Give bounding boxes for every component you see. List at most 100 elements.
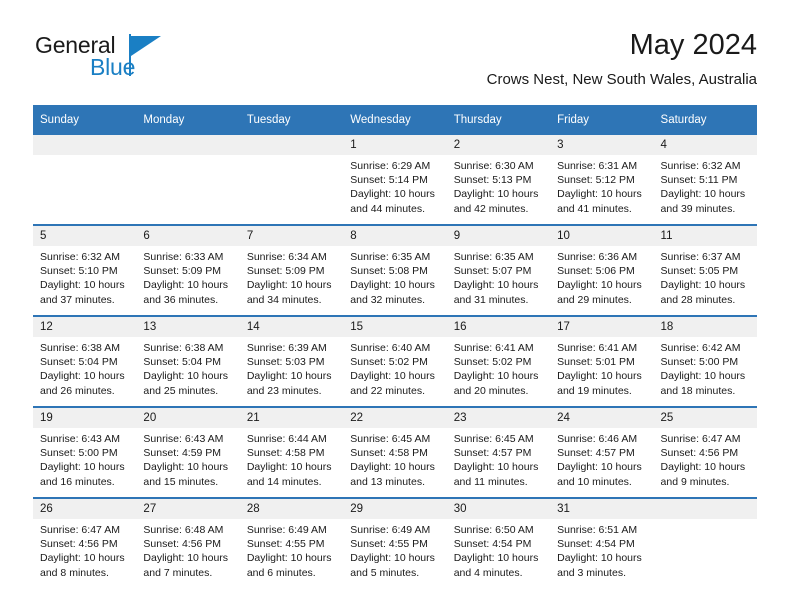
day-number: 8 [343, 226, 447, 246]
sunset-text: Sunset: 5:00 PM [40, 447, 118, 460]
sunset-text: Sunset: 5:02 PM [453, 356, 532, 369]
day-number: 22 [343, 408, 447, 428]
daylight-text-line1: Daylight: 10 hours [453, 552, 539, 565]
page-title: May 2024 [629, 29, 757, 61]
calendar-day-cell[interactable]: 1 Sunrise: 6:29 AM Sunset: 5:14 PM Daylight… [343, 134, 447, 225]
calendar-day-cell[interactable]: 2 Sunrise: 6:30 AM Sunset: 5:13 PM Daylight… [446, 134, 551, 225]
daylight-text-line1: Daylight: 10 hours [143, 461, 229, 474]
daylight-text-line2: and 31 minutes. [453, 293, 529, 306]
day-details: Sunrise: 6:44 AM Sunset: 4:58 PM Daylight:… [240, 428, 343, 489]
sunrise-text: Sunrise: 6:31 AM [557, 160, 638, 172]
sunset-text: Sunset: 5:06 PM [557, 265, 635, 278]
daylight-text-line1: Daylight: 10 hours [557, 370, 642, 383]
day-details: Sunrise: 6:47 AM Sunset: 4:56 PM Daylight:… [654, 428, 757, 489]
day-details: Sunrise: 6:45 AM Sunset: 4:58 PM Daylight:… [343, 428, 446, 489]
calendar-day-cell[interactable]: 8 Sunrise: 6:35 AM Sunset: 5:08 PM Daylight… [343, 224, 447, 316]
day-details: Sunrise: 6:40 AM Sunset: 5:02 PM Daylight:… [343, 337, 446, 398]
calendar-day-cell[interactable]: 27 Sunrise: 6:48 AM Sunset: 4:56 PM Dayligh… [136, 497, 240, 588]
calendar-day-cell[interactable]: 16 Sunrise: 6:41 AM Sunset: 5:02 PM Dayligh… [446, 315, 551, 407]
daylight-text-line2: and 22 minutes. [350, 384, 425, 397]
sunset-text: Sunset: 4:58 PM [350, 447, 428, 460]
daylight-text-line2: and 5 minutes. [350, 566, 420, 579]
calendar-day-cell[interactable]: 14 Sunrise: 6:39 AM Sunset: 5:03 PM Dayligh… [239, 315, 344, 407]
sunrise-text: Sunrise: 6:45 AM [350, 433, 431, 445]
calendar-day-cell[interactable]: 17 Sunrise: 6:41 AM Sunset: 5:01 PM Dayligh… [550, 315, 654, 407]
calendar-body: 1 Sunrise: 6:29 AM Sunset: 5:14 PM Daylight… [33, 134, 757, 588]
day-details: Sunrise: 6:29 AM Sunset: 5:14 PM Daylight:… [343, 155, 446, 216]
sunrise-text: Sunrise: 6:38 AM [40, 342, 120, 354]
day-details: Sunrise: 6:43 AM Sunset: 4:59 PM Daylight:… [136, 428, 239, 489]
day-number: 6 [136, 226, 240, 246]
calendar-day-cell[interactable]: 24 Sunrise: 6:46 AM Sunset: 4:57 PM Dayligh… [550, 406, 654, 498]
calendar-day-cell[interactable]: 12 Sunrise: 6:38 AM Sunset: 5:04 PM Dayligh… [33, 315, 137, 407]
day-details: Sunrise: 6:38 AM Sunset: 5:04 PM Daylight:… [33, 337, 136, 398]
calendar-day-cell[interactable]: 20 Sunrise: 6:43 AM Sunset: 4:59 PM Dayligh… [136, 406, 240, 498]
calendar-day-cell[interactable]: 15 Sunrise: 6:40 AM Sunset: 5:02 PM Dayligh… [343, 315, 447, 407]
day-number: 28 [239, 499, 344, 519]
calendar-day-cell[interactable]: 19 Sunrise: 6:43 AM Sunset: 5:00 PM Dayligh… [33, 406, 137, 498]
calendar-day-cell[interactable]: 22 Sunrise: 6:45 AM Sunset: 4:58 PM Dayligh… [343, 406, 447, 498]
day-details: Sunrise: 6:33 AM Sunset: 5:09 PM Daylight:… [136, 246, 239, 307]
daylight-text-line1: Daylight: 10 hours [557, 188, 642, 201]
sunrise-text: Sunrise: 6:35 AM [350, 251, 431, 263]
day-details: Sunrise: 6:49 AM Sunset: 4:55 PM Daylight:… [240, 519, 343, 580]
calendar-day-cell[interactable]: 30 Sunrise: 6:50 AM Sunset: 4:54 PM Dayligh… [446, 497, 551, 588]
day-number: 24 [550, 408, 654, 428]
day-number: 18 [653, 317, 757, 337]
daylight-text-line2: and 36 minutes. [143, 293, 219, 306]
daylight-text-line2: and 19 minutes. [557, 384, 632, 397]
logo-text-blue: Blue [90, 54, 136, 80]
calendar-day-cell[interactable]: 31 Sunrise: 6:51 AM Sunset: 4:54 PM Dayligh… [550, 497, 654, 588]
day-details: Sunrise: 6:51 AM Sunset: 4:54 PM Daylight:… [550, 519, 653, 580]
sunrise-text: Sunrise: 6:39 AM [246, 342, 327, 354]
day-details: Sunrise: 6:35 AM Sunset: 5:07 PM Daylight:… [447, 246, 550, 307]
calendar-day-cell[interactable]: 23 Sunrise: 6:45 AM Sunset: 4:57 PM Dayligh… [446, 406, 551, 498]
calendar-day-cell[interactable]: 28 Sunrise: 6:49 AM Sunset: 4:55 PM Dayligh… [239, 497, 344, 588]
calendar-day-cell[interactable]: 4 Sunrise: 6:32 AM Sunset: 5:11 PM Daylight… [653, 134, 757, 225]
calendar-day-cell[interactable]: 7 Sunrise: 6:34 AM Sunset: 5:09 PM Daylight… [239, 224, 344, 316]
calendar-day-cell[interactable]: 11 Sunrise: 6:37 AM Sunset: 5:05 PM Dayligh… [653, 224, 757, 316]
sunset-text: Sunset: 4:57 PM [557, 447, 635, 460]
daylight-text-line2: and 29 minutes. [557, 293, 632, 306]
daylight-text-line1: Daylight: 10 hours [350, 461, 435, 474]
calendar-day-cell[interactable]: 29 Sunrise: 6:49 AM Sunset: 4:55 PM Dayligh… [343, 497, 447, 588]
location-subtitle: Crows Nest, New South Wales, Australia [486, 71, 757, 88]
daylight-text-line1: Daylight: 10 hours [453, 188, 539, 201]
daylight-text-line1: Daylight: 10 hours [557, 279, 642, 292]
sunrise-text: Sunrise: 6:47 AM [660, 433, 741, 445]
weekday-header-wednesday: Wednesday [343, 105, 447, 135]
day-details: Sunrise: 6:42 AM Sunset: 5:00 PM Daylight:… [654, 337, 757, 398]
sunset-text: Sunset: 4:56 PM [143, 538, 222, 551]
calendar-day-cell[interactable]: 6 Sunrise: 6:33 AM Sunset: 5:09 PM Daylight… [136, 224, 240, 316]
calendar-day-cell[interactable]: 10 Sunrise: 6:36 AM Sunset: 5:06 PM Dayligh… [550, 224, 654, 316]
day-number: 9 [446, 226, 551, 246]
day-number: 30 [446, 499, 551, 519]
day-number: 7 [239, 226, 344, 246]
general-blue-logo[interactable]: General Blue [35, 32, 275, 88]
day-number: 29 [343, 499, 447, 519]
day-details: Sunrise: 6:35 AM Sunset: 5:08 PM Daylight:… [343, 246, 446, 307]
sunrise-text: Sunrise: 6:34 AM [246, 251, 327, 263]
sunrise-text: Sunrise: 6:38 AM [143, 342, 224, 354]
calendar-day-cell[interactable]: 5 Sunrise: 6:32 AM Sunset: 5:10 PM Daylight… [33, 224, 137, 316]
day-details: Sunrise: 6:50 AM Sunset: 4:54 PM Daylight:… [447, 519, 550, 580]
sunset-text: Sunset: 5:01 PM [557, 356, 635, 369]
calendar-day-cell[interactable]: 3 Sunrise: 6:31 AM Sunset: 5:12 PM Daylight… [550, 134, 654, 225]
calendar-day-cell[interactable]: 26 Sunrise: 6:47 AM Sunset: 4:56 PM Dayligh… [33, 497, 137, 588]
calendar-day-cell[interactable]: 9 Sunrise: 6:35 AM Sunset: 5:07 PM Daylight… [446, 224, 551, 316]
sunset-text: Sunset: 4:54 PM [557, 538, 635, 551]
calendar-day-cell[interactable]: 13 Sunrise: 6:38 AM Sunset: 5:04 PM Dayligh… [136, 315, 240, 407]
daylight-text-line2: and 16 minutes. [40, 475, 115, 488]
sunrise-text: Sunrise: 6:32 AM [660, 160, 741, 172]
sunrise-text: Sunrise: 6:45 AM [453, 433, 534, 445]
daylight-text-line1: Daylight: 10 hours [350, 188, 435, 201]
daylight-text-line1: Daylight: 10 hours [660, 461, 746, 474]
calendar-page: General Blue May 2024 Crows Nest, New So… [0, 0, 792, 612]
calendar-week-row: 5 Sunrise: 6:32 AM Sunset: 5:10 PM Daylight… [33, 224, 757, 316]
calendar-day-cell[interactable]: 21 Sunrise: 6:44 AM Sunset: 4:58 PM Dayligh… [239, 406, 344, 498]
daylight-text-line1: Daylight: 10 hours [246, 370, 332, 383]
sunrise-text: Sunrise: 6:37 AM [660, 251, 741, 263]
calendar-day-cell[interactable]: 18 Sunrise: 6:42 AM Sunset: 5:00 PM Dayligh… [653, 315, 757, 407]
daylight-text-line1: Daylight: 10 hours [40, 461, 125, 474]
calendar-day-cell[interactable]: 25 Sunrise: 6:47 AM Sunset: 4:56 PM Dayligh… [653, 406, 757, 498]
